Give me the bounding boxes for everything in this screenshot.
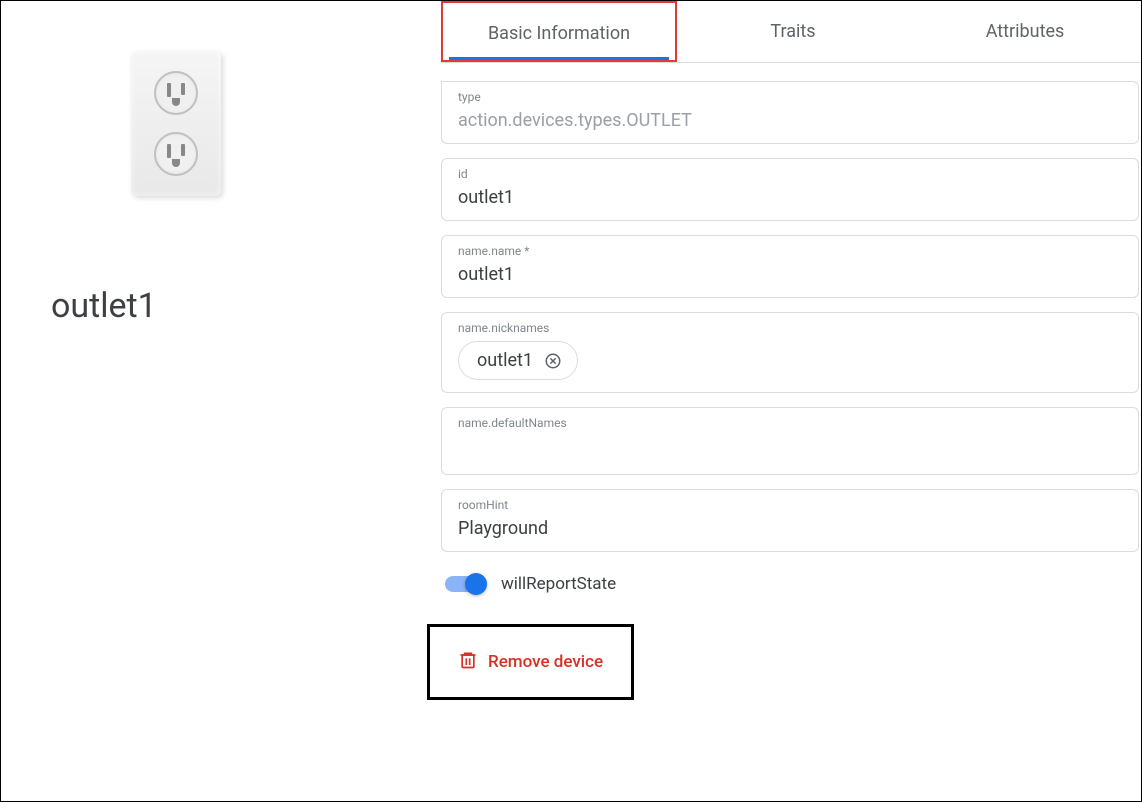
- toggle-label: willReportState: [501, 574, 616, 594]
- tab-basic-information[interactable]: Basic Information: [441, 1, 677, 62]
- toggle-will-report-state-row: willReportState: [445, 574, 1139, 594]
- tab-attributes[interactable]: Attributes: [909, 1, 1141, 62]
- field-value-type: action.devices.types.OUTLET: [458, 110, 1122, 131]
- field-label-type: type: [458, 90, 1122, 104]
- nickname-chip[interactable]: outlet1: [458, 341, 578, 380]
- close-icon[interactable]: [543, 351, 563, 371]
- remove-device-label: Remove device: [488, 652, 603, 672]
- outlet-socket-top: [154, 71, 198, 115]
- device-title: outlet1: [51, 286, 391, 326]
- toggle-will-report-state[interactable]: [445, 576, 485, 592]
- tab-label: Traits: [770, 21, 815, 42]
- field-value-default-names[interactable]: [458, 436, 1122, 462]
- toggle-knob: [465, 573, 487, 595]
- remove-device-button[interactable]: Remove device: [427, 624, 634, 700]
- field-room-hint[interactable]: roomHint: [441, 489, 1139, 552]
- tab-traits[interactable]: Traits: [677, 1, 909, 62]
- trash-icon: [458, 649, 478, 675]
- field-default-names[interactable]: name.defaultNames: [441, 407, 1139, 475]
- field-type: type action.devices.types.OUTLET: [441, 81, 1139, 144]
- field-label-room-hint: roomHint: [458, 498, 1122, 512]
- input-room-hint[interactable]: [458, 518, 1122, 539]
- field-label-name-name: name.name *: [458, 244, 1122, 258]
- tab-label: Attributes: [986, 21, 1065, 42]
- device-image: [131, 51, 221, 196]
- field-label-id: id: [458, 167, 1122, 181]
- field-id: id outlet1: [441, 158, 1139, 221]
- field-name-nicknames[interactable]: name.nicknames outlet1: [441, 312, 1139, 393]
- input-name-name[interactable]: [458, 264, 1122, 285]
- chip-label: outlet1: [477, 350, 533, 371]
- outlet-socket-bottom: [154, 132, 198, 176]
- field-label-default-names: name.defaultNames: [458, 416, 1122, 430]
- field-name-name[interactable]: name.name *: [441, 235, 1139, 298]
- tab-label: Basic Information: [488, 23, 630, 44]
- tabs: Basic Information Traits Attributes: [441, 1, 1141, 63]
- field-value-id: outlet1: [458, 187, 1122, 208]
- field-label-nicknames: name.nicknames: [458, 321, 1122, 335]
